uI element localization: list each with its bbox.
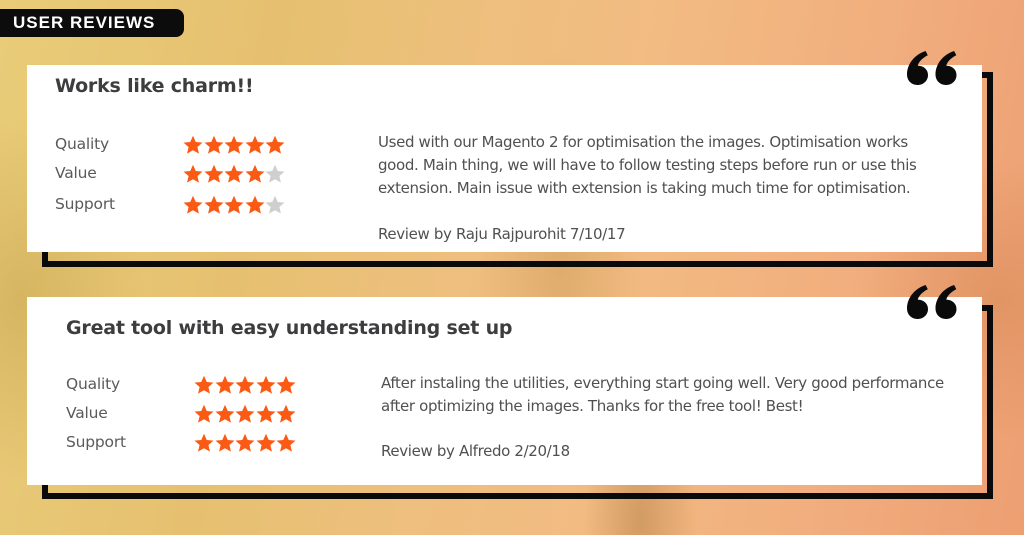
star-filled-icon — [183, 164, 203, 183]
card-frame-top — [982, 305, 993, 311]
star-filled-icon — [204, 135, 224, 154]
user-reviews-badge: USER REVIEWS — [0, 9, 184, 37]
star-filled-icon — [265, 135, 285, 154]
star-filled-icon — [183, 195, 203, 214]
rating-row-quality: Quality — [66, 372, 297, 396]
star-filled-icon — [215, 433, 235, 452]
quote-open-icon — [907, 285, 957, 319]
review-card-2: Great tool with easy understanding set u… — [27, 285, 993, 502]
star-rating — [194, 433, 297, 452]
star-filled-icon — [235, 404, 255, 423]
star-filled-icon — [235, 375, 255, 394]
star-filled-icon — [245, 135, 265, 154]
star-filled-icon — [194, 404, 214, 423]
rating-label: Quality — [55, 135, 109, 153]
star-filled-icon — [276, 404, 296, 423]
star-filled-icon — [194, 375, 214, 394]
star-rating — [183, 135, 286, 154]
rating-row-support: Support — [66, 430, 297, 454]
star-filled-icon — [224, 164, 244, 183]
quote-open-icon — [907, 51, 957, 85]
review-title: Works like charm!! — [55, 75, 254, 97]
review-text-line: Used with our Magento 2 for optimisation… — [378, 133, 908, 151]
review-title: Great tool with easy understanding set u… — [66, 317, 513, 339]
rating-label: Support — [66, 433, 126, 451]
star-filled-icon — [235, 433, 255, 452]
star-rating — [194, 375, 297, 394]
star-rating — [194, 404, 297, 423]
star-rating — [183, 195, 286, 214]
rating-label: Value — [55, 164, 97, 182]
review-text-line: after optimizing the images. Thanks for … — [381, 397, 804, 415]
star-filled-icon — [215, 404, 235, 423]
review-card-1: Works like charm!! Quality Value Support… — [27, 51, 993, 270]
review-byline: Review by Raju Rajpurohit 7/10/17 — [378, 225, 626, 243]
star-filled-icon — [204, 195, 224, 214]
rating-row-value: Value — [55, 161, 286, 185]
rating-label: Value — [66, 404, 108, 422]
star-empty-icon — [265, 164, 285, 183]
star-filled-icon — [245, 195, 265, 214]
rating-row-value: Value — [66, 401, 297, 425]
rating-row-quality: Quality — [55, 132, 286, 156]
star-filled-icon — [256, 433, 276, 452]
review-text: Used with our Magento 2 for optimisation… — [378, 131, 917, 200]
star-filled-icon — [224, 135, 244, 154]
star-filled-icon — [204, 164, 224, 183]
star-filled-icon — [245, 164, 265, 183]
review-card-body: Great tool with easy understanding set u… — [27, 297, 982, 485]
star-filled-icon — [276, 375, 296, 394]
star-filled-icon — [256, 375, 276, 394]
star-filled-icon — [194, 433, 214, 452]
review-byline: Review by Alfredo 2/20/18 — [381, 442, 570, 460]
review-card-body: Works like charm!! Quality Value Support… — [27, 65, 982, 252]
star-filled-icon — [224, 195, 244, 214]
review-text-line: good. Main thing, we will have to follow… — [378, 156, 917, 174]
rating-label: Quality — [66, 375, 120, 393]
card-frame-top — [982, 72, 993, 78]
star-rating — [183, 164, 286, 183]
review-text: After instaling the utilities, everythin… — [381, 372, 944, 418]
star-filled-icon — [276, 433, 296, 452]
star-empty-icon — [265, 195, 285, 214]
rating-row-support: Support — [55, 192, 286, 216]
review-text-line: extension. Main issue with extension is … — [378, 179, 911, 197]
star-filled-icon — [183, 135, 203, 154]
review-text-line: After instaling the utilities, everythin… — [381, 374, 944, 392]
star-filled-icon — [215, 375, 235, 394]
rating-label: Support — [55, 195, 115, 213]
star-filled-icon — [256, 404, 276, 423]
